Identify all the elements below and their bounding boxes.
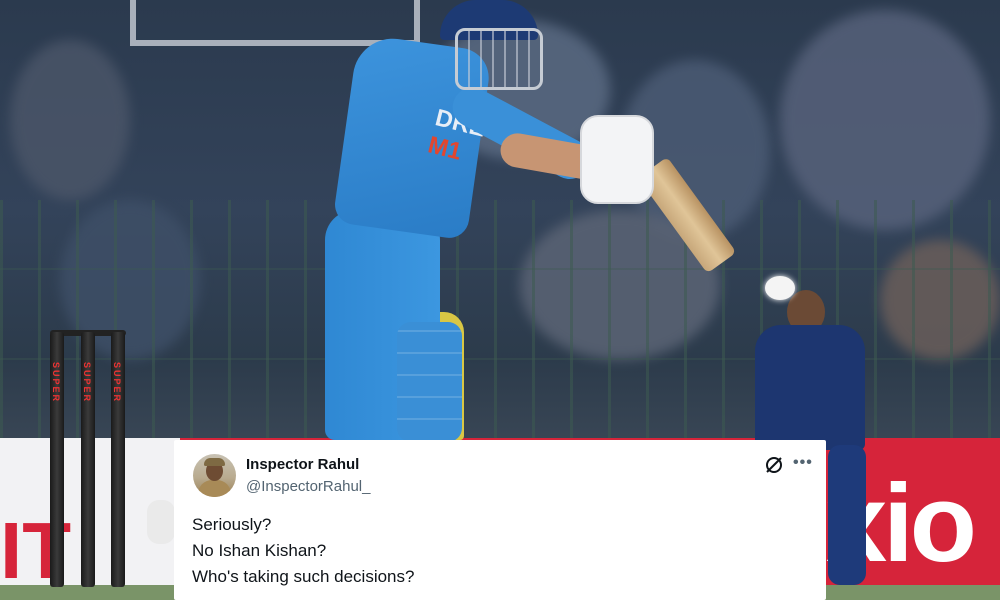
more-options-icon[interactable]: ••• [793, 454, 813, 472]
fielder-legs [828, 445, 866, 585]
grok-icon[interactable] [764, 455, 784, 475]
tweet-text: Seriously? No Ishan Kishan? Who's taking… [192, 512, 792, 590]
stump-text: SUPER [51, 362, 61, 404]
fielder [755, 325, 865, 450]
avatar-body [198, 480, 231, 497]
batting-gloves [580, 115, 654, 204]
tweet-line: No Ishan Kishan? [192, 541, 327, 560]
helmet-grill [455, 28, 543, 90]
batting-pad [397, 322, 462, 442]
crowd-area [10, 40, 130, 200]
stump-text: SUPER [112, 362, 122, 404]
batter: DRE M1 [150, 0, 737, 442]
stump: SUPER [50, 332, 64, 587]
stump: SUPER [81, 332, 95, 587]
tweet-card[interactable]: Inspector Rahul @InspectorRahul_ ••• Ser… [174, 440, 826, 600]
stump: SUPER [111, 332, 125, 587]
crowd-area [780, 10, 990, 230]
avatar-cap [204, 458, 225, 466]
user-handle[interactable]: @InspectorRahul_ [246, 478, 370, 495]
cricket-ball [765, 276, 795, 300]
tweet-line: Who's taking such decisions? [192, 567, 415, 586]
display-name[interactable]: Inspector Rahul [246, 456, 359, 473]
batter-shoe [147, 500, 175, 544]
tweet-line: Seriously? [192, 515, 272, 534]
avatar[interactable] [193, 454, 236, 497]
stump-text: SUPER [82, 362, 92, 404]
